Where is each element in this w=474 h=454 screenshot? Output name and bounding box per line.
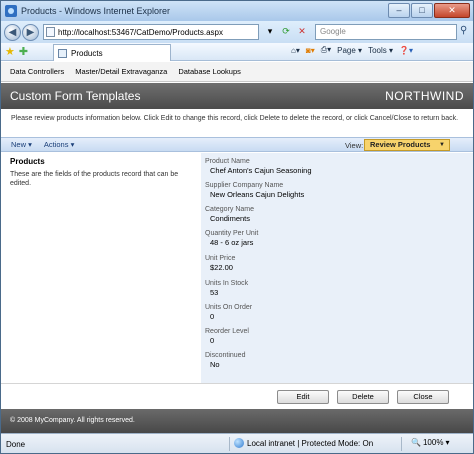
field-reorder-level: Reorder Level 0 <box>205 328 249 345</box>
field-label: Category Name <box>205 206 255 213</box>
new-menu[interactable]: New ▾ <box>11 140 32 149</box>
field-value: New Orleans Cajun Delights <box>210 190 305 199</box>
address-actions: ▾ ⟳ ✕ <box>263 24 309 39</box>
field-product-name: Product Name Chef Anton's Cajun Seasonin… <box>205 158 312 175</box>
ie-icon <box>5 5 17 17</box>
actions-menu[interactable]: Actions ▾ <box>44 140 74 149</box>
add-favorite-icon[interactable]: ✚ <box>19 45 28 58</box>
category-panel: Products These are the fields of the pro… <box>1 153 201 383</box>
field-value: Condiments <box>210 214 251 223</box>
tools-menu-label: Tools <box>368 45 387 55</box>
menu-item-database-lookups[interactable]: Database Lookups <box>178 67 241 76</box>
chevron-down-icon: ▾ <box>445 438 450 447</box>
menu-item-master-detail[interactable]: Master/Detail Extravaganza <box>75 67 167 76</box>
field-label: Units In Stock <box>205 280 249 287</box>
zoom-control[interactable]: 🔍 100% ▾ <box>411 438 449 447</box>
tab-page-icon <box>58 48 67 58</box>
page-menu-label: Page <box>337 45 356 55</box>
status-text: Done <box>6 439 26 449</box>
new-menu-label: New <box>11 140 27 149</box>
site-menu: Data Controllers Master/Detail Extravaga… <box>1 62 473 82</box>
field-label: Discontinued <box>205 352 246 359</box>
action-buttons: Edit Delete Close <box>1 383 473 408</box>
close-window-button[interactable]: ✕ <box>434 3 470 18</box>
favorites-bar: ★ ✚ Products ⌂▾ ◙▾ ⎙▾ Page ▾ Tools ▾ ❓▾ <box>1 43 473 61</box>
category-description: These are the fields of the products rec… <box>10 171 179 187</box>
window-controls: – □ ✕ <box>388 3 470 18</box>
chevron-down-icon: ▼ <box>439 142 445 148</box>
zone-text: Local intranet | Protected Mode: On <box>247 438 374 448</box>
browser-window: Products - Windows Internet Explorer – □… <box>0 0 474 454</box>
title-bar: Products - Windows Internet Explorer – □… <box>1 1 473 21</box>
category-title: Products <box>10 157 45 166</box>
close-button[interactable]: Close <box>397 390 449 404</box>
form-toolbar: New ▾ Actions ▾ View: Review Products ▼ <box>1 137 473 152</box>
menu-item-data-controllers[interactable]: Data Controllers <box>10 67 64 76</box>
actions-menu-label: Actions <box>43 140 69 149</box>
tab-label: Products <box>71 48 103 58</box>
field-value: 0 <box>210 336 215 345</box>
refresh-icon[interactable]: ⟳ <box>279 24 293 39</box>
field-units-on-order: Units On Order 0 <box>205 304 252 321</box>
print-icon[interactable]: ⎙▾ <box>321 45 331 55</box>
address-bar[interactable]: http://localhost:53467/CatDemo/Products.… <box>43 24 259 40</box>
fields-panel: Product Name Chef Anton's Cajun Seasonin… <box>201 153 473 383</box>
page-icon <box>46 27 55 37</box>
page-footer: © 2008 MyCompany. All rights reserved. <box>1 409 473 433</box>
field-value: Chef Anton's Cajun Seasoning <box>210 166 312 175</box>
globe-icon <box>234 438 244 448</box>
status-divider <box>401 437 402 451</box>
field-label: Reorder Level <box>205 328 249 335</box>
field-label: Supplier Company Name <box>205 182 284 189</box>
field-label: Unit Price <box>205 255 236 262</box>
view-label: View: <box>345 141 364 150</box>
page-description: Please review products information below… <box>11 115 459 122</box>
page-menu[interactable]: Page ▾ <box>337 46 362 55</box>
tab-products[interactable]: Products <box>53 44 171 61</box>
status-bar: Done Local intranet | Protected Mode: On… <box>1 433 473 453</box>
view-selector-value: Review Products <box>370 140 431 149</box>
page-title: Custom Form Templates <box>10 89 141 103</box>
stop-icon[interactable]: ✕ <box>295 24 309 39</box>
field-label: Units On Order <box>205 304 253 311</box>
field-value: $22.00 <box>210 263 233 272</box>
tools-menu[interactable]: Tools ▾ <box>368 46 393 55</box>
status-divider <box>229 437 230 451</box>
security-zone[interactable]: Local intranet | Protected Mode: On <box>234 438 373 448</box>
window-title: Products - Windows Internet Explorer <box>21 6 171 16</box>
minimize-button[interactable]: – <box>388 3 410 18</box>
field-discontinued: Discontinued No <box>205 352 245 369</box>
field-value: 0 <box>210 312 215 321</box>
back-button[interactable]: ◀ <box>4 23 21 41</box>
field-unit-price: Unit Price $22.00 <box>205 255 235 272</box>
address-row: ◀ ▶ http://localhost:53467/CatDemo/Produ… <box>1 21 473 43</box>
field-value: 53 <box>210 288 219 297</box>
forward-button[interactable]: ▶ <box>22 23 39 41</box>
field-label: Quantity Per Unit <box>205 230 259 237</box>
command-bar: ⌂▾ ◙▾ ⎙▾ Page ▾ Tools ▾ ❓▾ <box>291 45 413 55</box>
home-icon[interactable]: ⌂▾ <box>291 46 300 55</box>
zoom-icon: 🔍 <box>411 438 421 447</box>
feeds-icon[interactable]: ◙▾ <box>306 46 315 55</box>
dropdown-icon[interactable]: ▾ <box>263 24 277 39</box>
delete-button[interactable]: Delete <box>337 390 389 404</box>
field-label: Product Name <box>205 158 250 165</box>
favorites-star-icon[interactable]: ★ <box>5 45 15 58</box>
field-value: No <box>210 360 220 369</box>
help-icon[interactable]: ❓▾ <box>399 46 413 55</box>
view-selector[interactable]: Review Products ▼ <box>364 139 450 151</box>
field-value: 48 - 6 oz jars <box>210 238 254 247</box>
field-supplier: Supplier Company Name New Orleans Cajun … <box>205 182 304 199</box>
edit-button[interactable]: Edit <box>277 390 329 404</box>
address-url: http://localhost:53467/CatDemo/Products.… <box>58 27 223 37</box>
field-category: Category Name Condiments <box>205 206 254 223</box>
page-banner: Custom Form Templates NORTHWIND <box>1 83 473 109</box>
brand-name: NORTHWIND <box>385 89 464 103</box>
search-icon[interactable]: ⚲ <box>460 25 467 36</box>
field-quantity: Quantity Per Unit 48 - 6 oz jars <box>205 230 258 247</box>
search-input[interactable]: Google <box>315 24 457 40</box>
field-units-in-stock: Units In Stock 53 <box>205 280 248 297</box>
maximize-button[interactable]: □ <box>411 3 433 18</box>
zoom-level: 100% <box>422 438 444 447</box>
